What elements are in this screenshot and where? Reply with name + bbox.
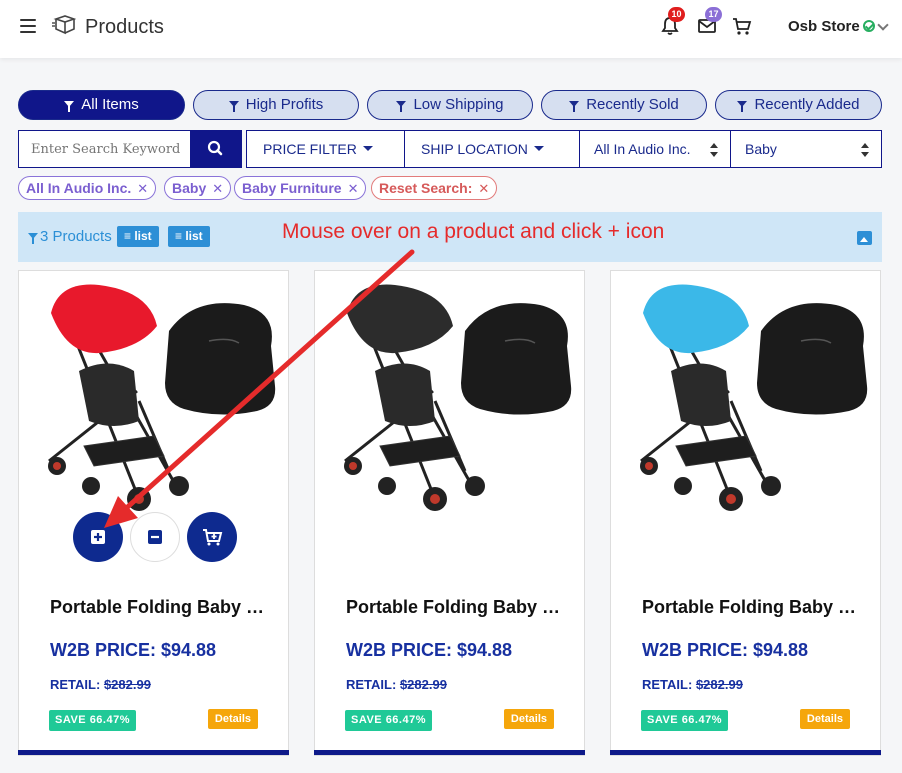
filter-icon	[28, 233, 38, 244]
instruction-annotation: Mouse over on a product and click + icon	[282, 220, 665, 243]
box-icon	[52, 15, 76, 35]
savings-badge: SAVE 66.47%	[345, 710, 433, 731]
product-title[interactable]: Portable Folding Baby Stroller	[346, 597, 566, 618]
category-select[interactable]: Baby	[730, 130, 882, 168]
caret-down-icon	[533, 146, 544, 151]
supplier-select[interactable]: All In Audio Inc.	[579, 130, 731, 168]
image-view-icon[interactable]	[857, 231, 872, 245]
minus-square-icon	[148, 530, 162, 544]
retail-price: RETAIL: $282.99	[50, 677, 151, 692]
w2b-price: W2B PRICE: $94.88	[50, 640, 217, 660]
savings-badge: SAVE 66.47%	[641, 710, 729, 731]
w2b-price: W2B PRICE: $94.88	[346, 640, 513, 660]
search-icon	[207, 140, 223, 156]
product-card[interactable]: Portable Folding Baby Stroller W2B PRICE…	[314, 270, 585, 756]
store-name: Osb Store	[788, 18, 860, 35]
details-button[interactable]: Details	[799, 709, 850, 729]
retail-label: RETAIL:	[346, 677, 397, 692]
cart-plus-icon	[203, 529, 223, 546]
retail-price: RETAIL: $282.99	[346, 677, 447, 692]
ship-location-label: SHIP LOCATION	[421, 141, 528, 157]
cart-button[interactable]	[732, 16, 754, 38]
chip-supplier[interactable]: All In Audio Inc. ✕	[18, 176, 157, 200]
notification-bell[interactable]: 10	[660, 7, 685, 38]
retail-value: $282.99	[103, 677, 151, 692]
list-view-button[interactable]: ≡ list	[117, 226, 159, 247]
filter-icon	[228, 101, 239, 112]
product-card[interactable]: Portable Folding Baby Stroller W2B PRICE…	[18, 270, 289, 756]
chip-label: Baby	[172, 180, 207, 196]
product-title[interactable]: Portable Folding Baby Stroller	[50, 597, 270, 618]
savings-badge: SAVE 66.47%	[49, 710, 137, 731]
select-arrows-icon	[710, 143, 718, 157]
tab-label: All Items	[81, 96, 139, 113]
chip-category[interactable]: Baby ✕	[164, 176, 232, 200]
filter-icon	[569, 101, 580, 112]
close-icon[interactable]: ✕	[137, 181, 148, 196]
messages-badge: 17	[705, 7, 722, 22]
product-image	[48, 284, 276, 511]
list-view-button-alt[interactable]: ≡ list	[168, 226, 210, 247]
retail-label: RETAIL:	[50, 677, 101, 692]
ship-location-dropdown[interactable]: SHIP LOCATION	[404, 130, 580, 168]
filter-icon	[64, 101, 75, 112]
chip-label: Reset Search:	[379, 180, 473, 196]
tab-high-profits[interactable]: High Profits	[193, 90, 359, 120]
chip-label: Baby Furniture	[242, 180, 342, 196]
tab-label: Recently Sold	[586, 96, 679, 113]
retail-value: $282.99	[695, 677, 743, 692]
category-value: Baby	[745, 141, 777, 157]
retail-value: $282.99	[399, 677, 447, 692]
product-card[interactable]: Portable Folding Baby Stroller W2B PRICE…	[610, 270, 881, 756]
remove-from-list-button[interactable]	[130, 512, 180, 562]
close-icon[interactable]: ✕	[478, 181, 489, 196]
tab-label: Low Shipping	[413, 96, 504, 113]
add-to-cart-button[interactable]	[187, 512, 237, 562]
retail-price: RETAIL: $282.99	[642, 677, 743, 692]
details-button[interactable]: Details	[503, 709, 554, 729]
select-arrows-icon	[861, 143, 869, 157]
caret-down-icon	[362, 146, 373, 151]
search-button[interactable]	[190, 130, 242, 168]
add-to-list-button[interactable]	[73, 512, 123, 562]
plus-square-icon	[91, 530, 105, 544]
tab-all-items[interactable]: All Items	[18, 90, 185, 120]
tab-low-shipping[interactable]: Low Shipping	[367, 90, 533, 120]
close-icon[interactable]: ✕	[348, 181, 359, 196]
price-filter-label: PRICE FILTER	[263, 141, 357, 157]
filter-icon	[396, 101, 407, 112]
reset-search-chip[interactable]: Reset Search: ✕	[371, 176, 498, 200]
top-header: Products 10 17 Osb Store	[0, 0, 902, 58]
filter-icon	[737, 101, 748, 112]
store-selector[interactable]: Osb Store	[788, 18, 875, 35]
product-title[interactable]: Portable Folding Baby Stroller	[642, 597, 862, 618]
price-filter-dropdown[interactable]: PRICE FILTER	[246, 130, 405, 168]
chip-subcategory[interactable]: Baby Furniture ✕	[234, 176, 367, 200]
details-button[interactable]: Details	[207, 709, 258, 729]
cart-icon	[733, 18, 752, 35]
messages-button[interactable]: 17	[697, 7, 722, 38]
menu-icon[interactable]	[20, 19, 36, 33]
retail-label: RETAIL:	[642, 677, 693, 692]
chevron-down-icon[interactable]	[877, 19, 889, 31]
product-image	[640, 284, 868, 511]
page-title: Products	[85, 16, 164, 38]
tab-label: Recently Added	[754, 96, 860, 113]
close-icon[interactable]: ✕	[212, 181, 223, 196]
tab-recently-sold[interactable]: Recently Sold	[541, 90, 707, 120]
list-button-label: list	[134, 229, 152, 243]
w2b-price: W2B PRICE: $94.88	[642, 640, 809, 660]
tab-recently-added[interactable]: Recently Added	[715, 90, 882, 120]
chip-label: All In Audio Inc.	[26, 180, 132, 196]
search-input[interactable]	[18, 130, 190, 168]
notification-badge: 10	[668, 7, 685, 22]
supplier-value: All In Audio Inc.	[594, 141, 691, 157]
product-image	[344, 284, 572, 511]
product-count-label: 3 Products	[40, 228, 112, 245]
product-count: 3 Products	[28, 228, 112, 245]
tab-label: High Profits	[245, 96, 324, 113]
list-button-label: list	[185, 229, 203, 243]
check-circle-icon	[862, 20, 875, 32]
